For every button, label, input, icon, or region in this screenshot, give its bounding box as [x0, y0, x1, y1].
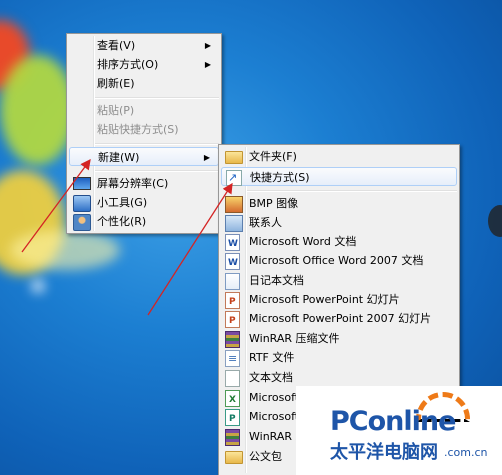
pconline-watermark: PConline 太平洋电脑网 .com.cn — [296, 386, 502, 475]
watermark-brand-cn: 太平洋电脑网 — [330, 442, 438, 463]
watermark-domain: .com.cn — [444, 446, 488, 459]
arrow-to-new — [21, 158, 91, 253]
arrow-to-shortcut — [147, 182, 233, 316]
watermark-brand: PConline — [330, 406, 456, 437]
